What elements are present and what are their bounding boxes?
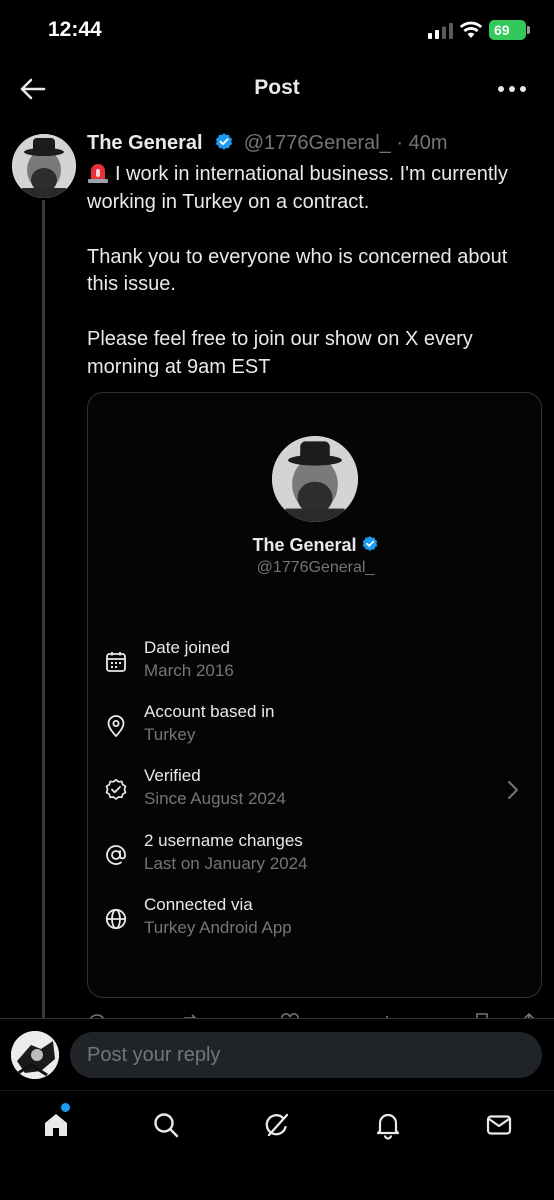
at-sign-icon [106, 845, 126, 865]
more-options-icon[interactable] [496, 78, 528, 100]
page-title: Post [254, 76, 300, 99]
card-name-text: The General [252, 535, 357, 555]
messages-icon [486, 1115, 512, 1135]
tweet-paragraph-3: Please feel free to join our show on X e… [87, 328, 473, 378]
notifications-icon [376, 1113, 400, 1140]
account-info-card[interactable]: The General @1776General_ Date joined Ma… [87, 392, 542, 998]
tweet-author-line: The General @1776General_ · 40m [87, 132, 448, 155]
author-display-name[interactable]: The General [87, 132, 203, 154]
globe-icon [105, 908, 127, 930]
verified-badge-icon[interactable] [214, 132, 234, 152]
card-display-name: The General [88, 535, 543, 556]
home-icon [45, 1114, 67, 1136]
back-arrow-icon[interactable] [18, 74, 48, 104]
reply-input[interactable] [70, 1032, 542, 1078]
info-row-account-based-in: Account based in Turkey [88, 702, 543, 752]
info-value: March 2016 [144, 661, 234, 680]
info-row-verified[interactable]: Verified Since August 2024 [88, 766, 543, 816]
chevron-right-icon[interactable] [504, 778, 522, 802]
info-value: Since August 2024 [144, 789, 286, 808]
info-row-connected-via: Connected via Turkey Android App [88, 895, 543, 945]
reply-composer [0, 1018, 554, 1090]
info-label: 2 username changes [144, 831, 303, 850]
grok-icon [265, 1113, 289, 1137]
post-time[interactable]: 40m [409, 132, 448, 154]
info-value: Turkey [144, 725, 196, 744]
nav-messages[interactable] [479, 1105, 519, 1145]
wifi-icon [459, 21, 483, 38]
info-label: Account based in [144, 702, 275, 721]
battery-nub [527, 26, 530, 34]
verified-badge-icon [105, 778, 127, 800]
info-label: Verified [144, 766, 201, 785]
cellular-signal-icon [428, 23, 453, 39]
card-avatar [272, 436, 358, 522]
nav-notifications[interactable] [368, 1105, 408, 1145]
bottom-navigation [0, 1090, 554, 1200]
info-row-date-joined: Date joined March 2016 [88, 638, 543, 688]
location-pin-icon [107, 715, 125, 738]
battery-indicator: 69 [489, 20, 526, 40]
nav-grok[interactable] [257, 1105, 297, 1145]
post-header: Post [0, 60, 554, 118]
tweet-text: I work in international business. I'm cu… [87, 160, 537, 381]
my-avatar[interactable] [11, 1031, 59, 1079]
avatar-portrait-icon [12, 134, 76, 198]
info-label: Date joined [144, 638, 231, 657]
separator-dot: · [396, 132, 404, 154]
author-avatar[interactable] [12, 134, 76, 198]
home-notification-dot [61, 1103, 70, 1112]
info-value: Turkey Android App [144, 918, 292, 937]
my-avatar-image-icon [11, 1031, 59, 1079]
info-label: Connected via [144, 895, 253, 914]
nav-search[interactable] [146, 1105, 186, 1145]
thread-line [42, 200, 45, 1020]
author-handle[interactable]: @1776General_ [244, 132, 391, 154]
tweet-paragraph-2: Thank you to everyone who is concerned a… [87, 245, 508, 296]
info-row-username-changes: 2 username changes Last on January 2024 [88, 831, 543, 881]
nav-home[interactable] [36, 1105, 76, 1145]
card-handle: @1776General_ [256, 559, 375, 576]
tweet-paragraph-1: I work in international business. I'm cu… [87, 163, 508, 213]
battery-level: 69 [494, 22, 510, 38]
search-icon [154, 1113, 179, 1138]
card-verified-badge-icon [362, 536, 377, 551]
siren-emoji-icon [88, 164, 108, 183]
info-value: Last on January 2024 [144, 854, 308, 873]
card-avatar-portrait-icon [272, 436, 358, 522]
status-time: 12:44 [48, 18, 102, 41]
calendar-icon [106, 652, 126, 672]
status-bar: 12:44 69 [0, 0, 554, 60]
